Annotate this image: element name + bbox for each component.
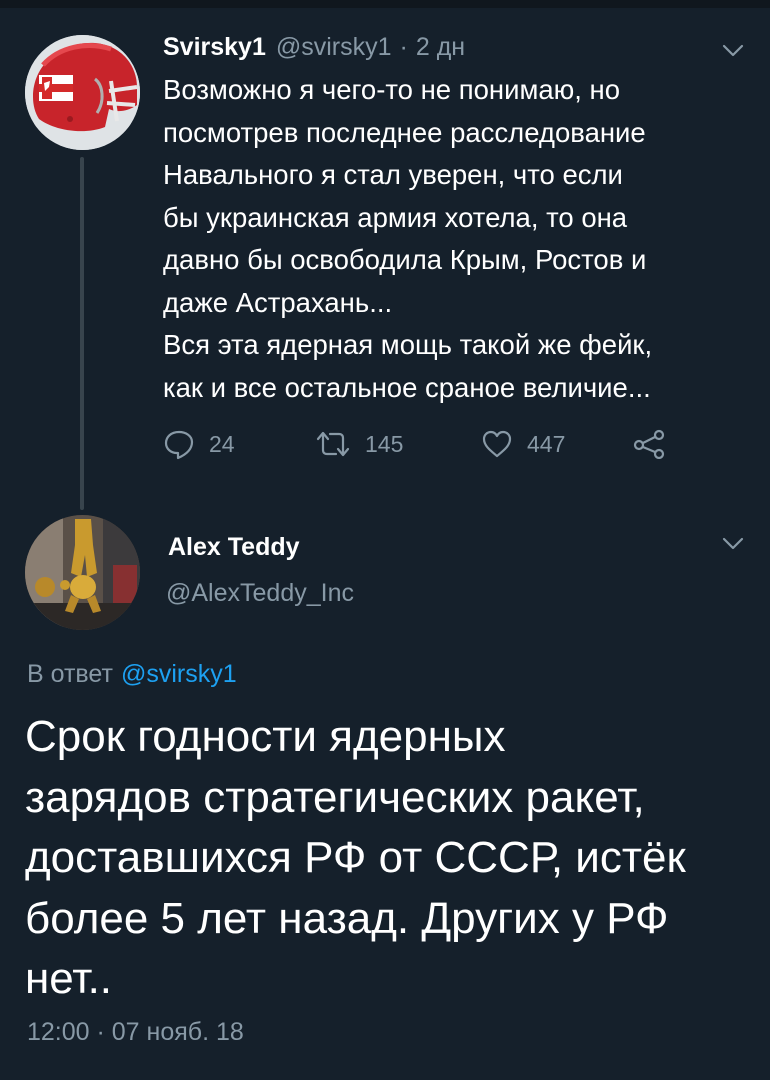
tweet-text-line: более 5 лет назад. Других у РФ <box>25 893 669 943</box>
tweet-svirsky1[interactable]: Svirsky1 @svirsky1 · 2 дн Возможно я чег… <box>0 0 770 510</box>
share-button[interactable] <box>633 424 667 464</box>
tweet-text-line: бы украинская армия хотела, то она <box>163 201 628 233</box>
retweet-icon <box>316 431 350 457</box>
reply-icon <box>164 430 194 460</box>
tweet-text-line: Возможно я чего-то не понимаю, но <box>163 74 621 105</box>
retweet-button[interactable]: 145 <box>315 424 403 464</box>
retweet-count: 145 <box>365 430 404 457</box>
tweet-text-line: Вся эта ядерная мощь такой же фейк, <box>163 329 653 360</box>
tweet-text-line: зарядов стратегических ракет, <box>25 772 645 822</box>
avatar-helmet-icon <box>25 35 140 150</box>
like-icon <box>482 430 512 458</box>
chevron-down-icon[interactable] <box>722 537 744 551</box>
avatar-statue-icon <box>25 515 140 630</box>
like-button[interactable]: 447 <box>481 424 565 464</box>
share-icon <box>633 429 665 459</box>
tweet-text-line: Навального я стал уверен, что если <box>163 159 623 190</box>
user-handle[interactable]: @svirsky1 <box>276 33 392 62</box>
reply-button[interactable]: 24 <box>163 424 235 464</box>
reply-mention-link[interactable]: @svirsky1 <box>121 660 237 688</box>
reply-prefix: В ответ <box>27 660 113 688</box>
reply-context: В ответ @svirsky1 <box>27 660 237 689</box>
tweet-header: Svirsky1 @svirsky1 · 2 дн <box>163 33 465 67</box>
tweet-actions: 24 145 447 <box>163 424 683 464</box>
display-name[interactable]: Svirsky1 <box>163 33 266 62</box>
tweet-text-line: доставшихся РФ от СССР, истёк <box>25 833 686 882</box>
tweet-text-line: нет.. <box>25 954 113 1003</box>
tweet-text-line: Срок годности ядерных <box>25 712 506 761</box>
tweet-text: Возможно я чего-то не понимаю, но посмот… <box>163 69 753 409</box>
avatar[interactable] <box>25 515 140 630</box>
tweet-text-line: посмотрев последнее расследование <box>163 116 646 148</box>
avatar[interactable] <box>25 35 140 150</box>
relative-time[interactable]: 2 дн <box>416 33 465 62</box>
like-count: 447 <box>527 430 566 457</box>
tweet-text: Срок годности ядерных зарядов стратегиче… <box>25 707 755 1010</box>
user-handle[interactable]: @AlexTeddy_Inc <box>166 579 354 608</box>
thread-connector-line <box>80 157 84 510</box>
tweet-text-line: как и все остальное сраное величие... <box>163 371 651 403</box>
reply-count: 24 <box>209 430 235 457</box>
tweet-timestamp[interactable]: 12:00 · 07 нояб. 18 <box>27 1018 244 1047</box>
display-name[interactable]: Alex Teddy <box>168 533 300 562</box>
tweet-text-line: давно бы освободила Крым, Ростов и <box>163 244 647 275</box>
tweet-text-line: даже Астрахань... <box>163 286 393 318</box>
chevron-down-icon[interactable] <box>722 44 744 58</box>
separator-dot: · <box>399 33 408 61</box>
